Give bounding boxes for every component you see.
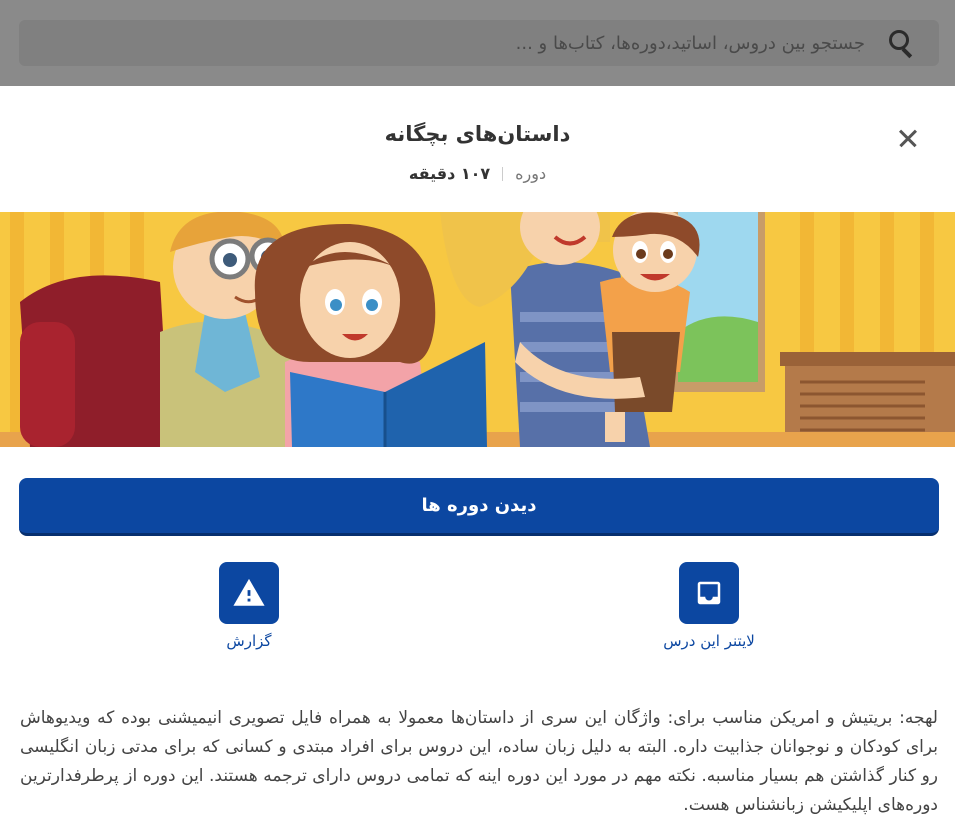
top-bar-overlay: جستجو بین دروس، اساتید،دوره‌ها، کتاب‌ها … [0,0,955,86]
course-meta: دوره ۱۰۷ دقیقه [0,164,955,183]
inbox-icon [697,581,721,605]
warning-icon [233,578,265,606]
leitner-button[interactable] [679,562,739,624]
course-description: لهجه: بریتیش و امریکن مناسب برای: واژگان… [20,708,938,815]
report-button[interactable] [219,562,279,624]
course-duration: ۱۰۷ دقیقه [408,164,491,183]
report-action[interactable]: گزارش [169,562,329,650]
leitner-action[interactable]: لایتنر این درس [629,562,789,650]
course-banner-image [0,212,955,447]
meta-divider [502,166,504,181]
page-title: داستان‌های بچگانه [384,122,571,146]
search-icon[interactable] [883,27,915,59]
report-label: گزارش [226,632,272,650]
leitner-label: لایتنر این درس [663,632,755,650]
search-bar[interactable]: جستجو بین دروس، اساتید،دوره‌ها، کتاب‌ها … [19,20,939,66]
view-courses-button[interactable]: دیدن دوره ها [19,478,939,536]
search-input[interactable]: جستجو بین دروس، اساتید،دوره‌ها، کتاب‌ها … [516,33,865,54]
course-type: دوره [515,164,547,183]
